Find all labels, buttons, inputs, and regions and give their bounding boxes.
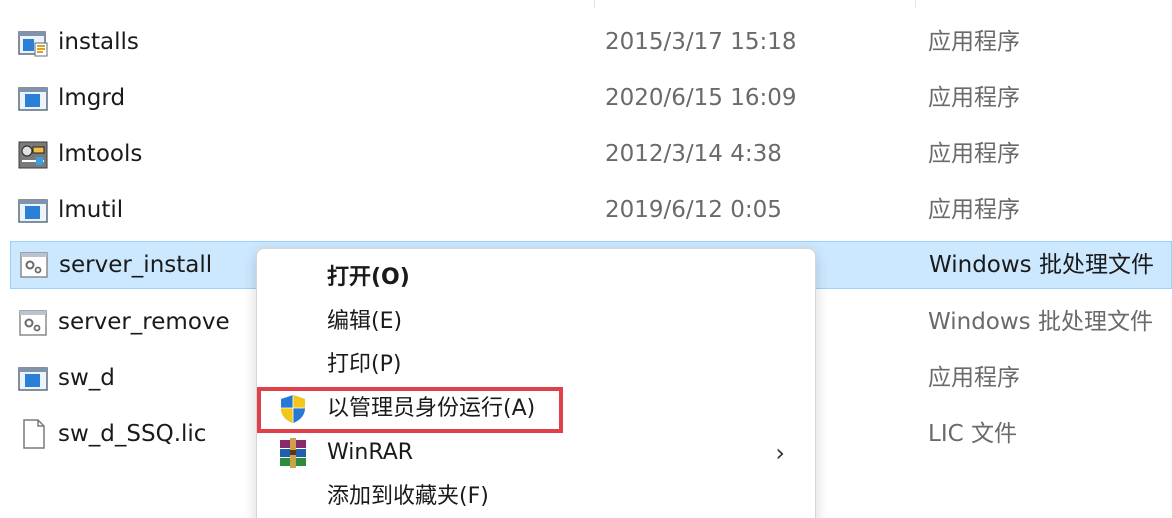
app-window-icon: [18, 365, 48, 393]
app-window-icon: [18, 197, 48, 225]
chevron-right-icon: ›: [775, 439, 785, 467]
file-row-lmgrd[interactable]: lmgrd 2020/6/15 16:09 应用程序: [10, 75, 1172, 123]
menu-item-print[interactable]: 打印(P): [265, 344, 807, 386]
setup-app-icon: [18, 29, 48, 57]
menu-item-label: 打印(P): [327, 352, 402, 377]
winrar-icon: [277, 437, 309, 469]
file-type: 应用程序: [928, 85, 1020, 111]
file-row-lmutil[interactable]: lmutil 2019/6/12 0:05 应用程序: [10, 187, 1172, 235]
batch-file-icon: [18, 309, 48, 337]
file-name: server_install: [59, 252, 213, 278]
file-row-lmtools[interactable]: lmtools 2012/3/14 4:38 应用程序: [10, 131, 1172, 179]
file-name: server_remove: [58, 309, 230, 335]
file-type: Windows 批处理文件: [928, 309, 1153, 335]
file-type: 应用程序: [928, 365, 1020, 391]
blank-file-icon: [22, 419, 52, 449]
file-type: 应用程序: [928, 197, 1020, 223]
file-type: 应用程序: [928, 141, 1020, 167]
menu-item-label: 编辑(E): [327, 309, 403, 334]
menu-item-label: WinRAR: [327, 440, 414, 465]
menu-item-open[interactable]: 打开(O): [265, 257, 807, 299]
file-name: lmtools: [58, 141, 143, 167]
file-name: lmutil: [58, 197, 124, 223]
file-name: sw_d: [58, 365, 115, 391]
context-menu: 打开(O) 编辑(E) 打印(P) 以管理员身份运行(A) WinRAR › 添…: [256, 248, 816, 518]
lmtools-app-icon: [18, 141, 48, 169]
file-name: installs: [58, 29, 139, 55]
menu-item-label: 添加到收藏夹(F): [327, 484, 489, 509]
app-window-icon: [18, 85, 48, 113]
menu-item-run-as-admin[interactable]: 以管理员身份运行(A): [265, 388, 807, 430]
file-name: sw_d_SSQ.lic: [58, 421, 207, 447]
column-divider[interactable]: [915, 0, 916, 8]
column-divider[interactable]: [594, 0, 595, 8]
menu-item-winrar[interactable]: WinRAR ›: [265, 432, 807, 474]
uac-shield-icon: [277, 393, 309, 425]
menu-item-add-to-favorites[interactable]: 添加到收藏夹(F): [265, 476, 807, 518]
file-name: lmgrd: [58, 85, 126, 111]
file-explorer-view: installs 2015/3/17 15:18 应用程序 lmgrd 2020…: [0, 0, 1172, 518]
file-type: Windows 批处理文件: [929, 252, 1154, 278]
file-date: 2019/6/12 0:05: [605, 197, 782, 223]
file-type: LIC 文件: [928, 421, 1017, 447]
menu-item-label: 打开(O): [327, 265, 410, 290]
menu-item-edit[interactable]: 编辑(E): [265, 301, 807, 343]
file-type: 应用程序: [928, 29, 1020, 55]
batch-file-icon: [19, 251, 49, 279]
file-date: 2020/6/15 16:09: [605, 85, 797, 111]
file-row-installs[interactable]: installs 2015/3/17 15:18 应用程序: [10, 19, 1172, 67]
file-date: 2015/3/17 15:18: [605, 29, 797, 55]
file-date: 2012/3/14 4:38: [605, 141, 782, 167]
menu-item-label: 以管理员身份运行(A): [327, 396, 536, 421]
